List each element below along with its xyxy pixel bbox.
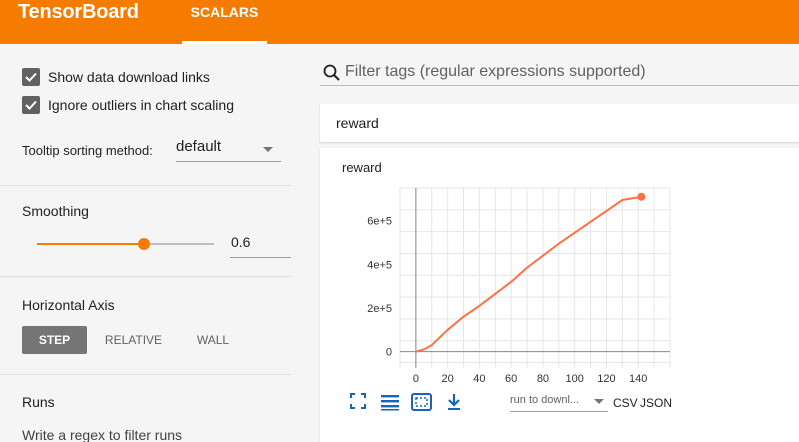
- run-to-download-select[interactable]: run to downl...: [510, 394, 608, 412]
- x-tick-label: 60: [505, 373, 517, 385]
- smoothing-value-input[interactable]: 0.6: [230, 234, 291, 258]
- sidebar: Show data download links Ignore outliers…: [0, 44, 320, 442]
- tooltip-sorting-value: default: [176, 138, 222, 155]
- y-tick-label: 6e+5: [367, 216, 392, 228]
- x-tick-label: 120: [597, 373, 615, 385]
- toggle-log-scale-icon[interactable]: [380, 393, 400, 411]
- smoothing-slider-thumb[interactable]: [138, 238, 150, 250]
- axis-wall-button[interactable]: WALL: [184, 326, 242, 354]
- x-tick-label: 40: [473, 373, 485, 385]
- ignore-outliers-checkbox-row[interactable]: Ignore outliers in chart scaling: [22, 96, 234, 114]
- ignore-outliers-checkbox[interactable]: [22, 96, 40, 114]
- tag-group-header[interactable]: reward: [320, 104, 799, 142]
- search-input[interactable]: Filter tags (regular expressions support…: [345, 63, 646, 81]
- smoothing-title: Smoothing: [22, 203, 89, 219]
- x-tick-label: 140: [629, 373, 647, 385]
- x-tick-label: 20: [442, 373, 454, 385]
- divider: [0, 185, 291, 186]
- top-app-bar: TensorBoard SCALARS: [0, 0, 799, 44]
- run-select-value: run to downl...: [510, 394, 580, 406]
- x-tick-label: 100: [566, 373, 584, 385]
- smoothing-slider-fill: [37, 243, 144, 245]
- line-chart[interactable]: 0 20 40 60 80 100 120 140 0 2e+5 4e+5 6e+5: [320, 148, 799, 393]
- show-download-links-label: Show data download links: [48, 69, 210, 85]
- divider: [0, 276, 291, 277]
- show-download-links-checkbox[interactable]: [22, 68, 40, 86]
- runs-title: Runs: [22, 394, 55, 410]
- runs-filter-input[interactable]: Write a regex to filter runs: [22, 427, 182, 442]
- reward-series-line: [415, 195, 642, 353]
- zoom-selection-icon[interactable]: [411, 393, 432, 411]
- x-tick-label: 80: [537, 373, 549, 385]
- tooltip-sorting-label: Tooltip sorting method:: [22, 143, 153, 158]
- fit-to-screen-icon[interactable]: [350, 393, 366, 409]
- search-icon: [323, 64, 340, 81]
- dropdown-arrow-icon: [263, 147, 273, 152]
- tag-filter-search[interactable]: Filter tags (regular expressions support…: [320, 62, 799, 86]
- y-tick-label: 2e+5: [367, 303, 392, 315]
- axis-step-button[interactable]: STEP: [22, 326, 87, 354]
- chart-card: reward 0 20 40 60 80 100 120 140 0 2e+5 4e+5 6e+5 r…: [320, 148, 799, 442]
- y-tick-label: 0: [386, 347, 392, 359]
- horizontal-axis-title: Horizontal Axis: [22, 297, 115, 313]
- last-point-marker: [637, 192, 646, 201]
- show-download-links-checkbox-row[interactable]: Show data download links: [22, 68, 210, 86]
- download-json-link[interactable]: JSON: [640, 396, 672, 410]
- ignore-outliers-label: Ignore outliers in chart scaling: [48, 97, 234, 113]
- tag-group-title: reward: [336, 115, 379, 131]
- y-tick-label: 4e+5: [367, 259, 392, 271]
- tooltip-sorting-dropdown[interactable]: default: [176, 138, 281, 162]
- app-brand[interactable]: TensorBoard: [18, 1, 139, 24]
- download-icon[interactable]: [446, 393, 462, 411]
- check-icon: [25, 72, 37, 82]
- check-icon: [25, 100, 37, 110]
- divider: [0, 374, 291, 375]
- x-tick-label: 0: [413, 373, 419, 385]
- download-csv-link[interactable]: CSV: [613, 396, 638, 410]
- axis-relative-button[interactable]: RELATIVE: [97, 326, 170, 354]
- tab-scalars[interactable]: SCALARS: [182, 0, 267, 44]
- dropdown-arrow-icon: [594, 399, 604, 404]
